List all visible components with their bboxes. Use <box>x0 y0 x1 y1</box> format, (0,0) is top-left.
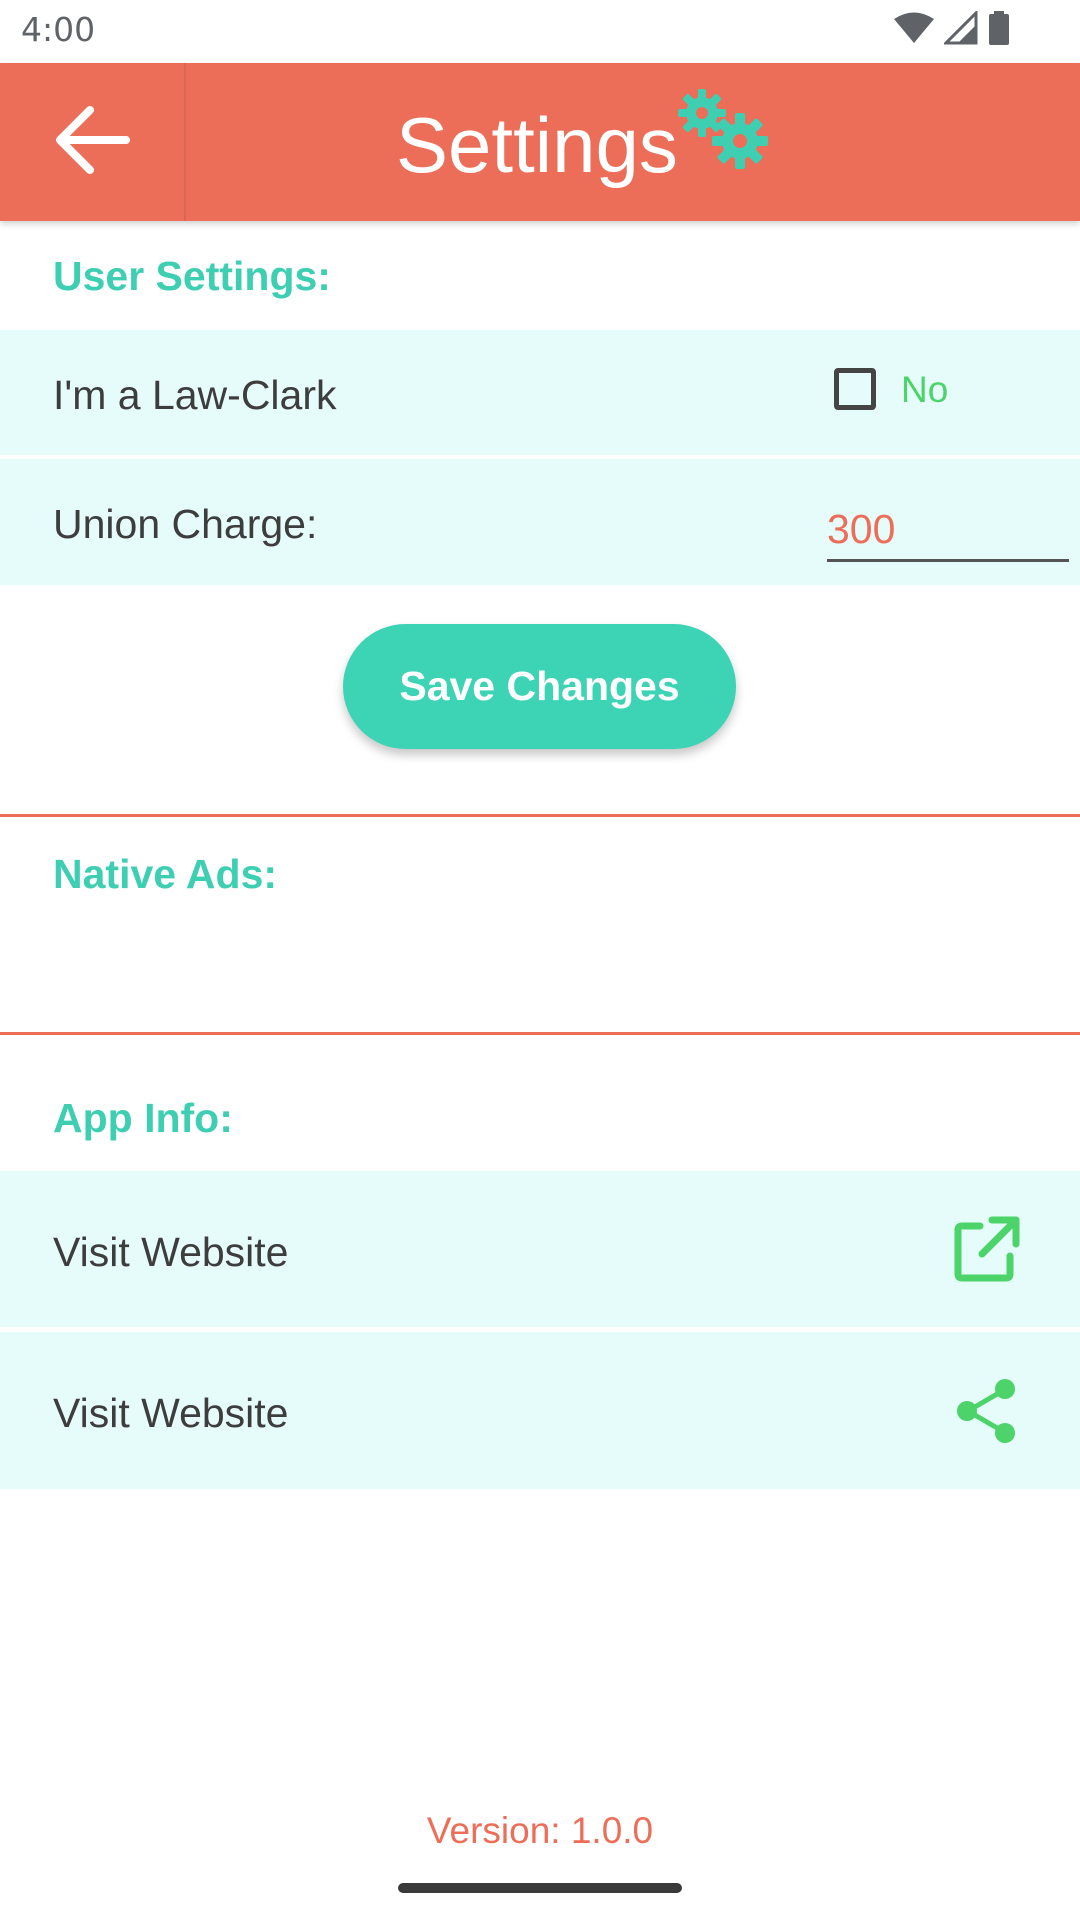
version-label: Version: 1.0.0 <box>426 1810 654 1851</box>
visit-website-label: Visit Website <box>53 1229 289 1275</box>
user-settings-header: User Settings: <box>53 253 331 299</box>
gears-icon <box>672 83 772 173</box>
share-row[interactable]: Visit Website <box>0 1332 1080 1489</box>
visit-website-row[interactable]: Visit Website <box>0 1171 1080 1327</box>
share-label: Visit Website <box>53 1390 289 1436</box>
law-clerk-state-label: No <box>901 369 949 410</box>
law-clerk-label: I'm a Law-Clark <box>53 372 337 418</box>
union-charge-input[interactable] <box>827 499 1069 562</box>
divider <box>0 1032 1080 1035</box>
law-clerk-row: I'm a Law-Clark No <box>0 330 1080 455</box>
page-title: Settings <box>396 101 678 189</box>
app-bar: Settings <box>0 63 1080 221</box>
share-icon[interactable] <box>952 1376 1022 1446</box>
back-button[interactable] <box>0 63 186 221</box>
settings-screen: 4:00 Settings User Settings: I'm a Law-C… <box>0 0 1080 1920</box>
wifi-icon <box>894 12 934 49</box>
open-external-icon[interactable] <box>952 1214 1022 1284</box>
app-info-header: App Info: <box>53 1095 233 1141</box>
union-charge-row: Union Charge: <box>0 459 1080 585</box>
union-charge-label: Union Charge: <box>53 501 318 547</box>
battery-icon <box>988 10 1010 50</box>
law-clerk-checkbox[interactable] <box>834 368 876 410</box>
status-bar: 4:00 <box>0 0 1080 63</box>
save-changes-button[interactable]: Save Changes <box>343 624 736 749</box>
divider <box>0 814 1080 817</box>
status-icons <box>894 8 1010 50</box>
signal-icon <box>942 8 978 50</box>
title-wrap: Settings <box>396 63 678 221</box>
native-ads-header: Native Ads: <box>53 851 278 897</box>
status-time: 4:00 <box>21 10 96 49</box>
arrow-back-icon <box>54 104 130 181</box>
home-indicator[interactable] <box>398 1883 682 1893</box>
